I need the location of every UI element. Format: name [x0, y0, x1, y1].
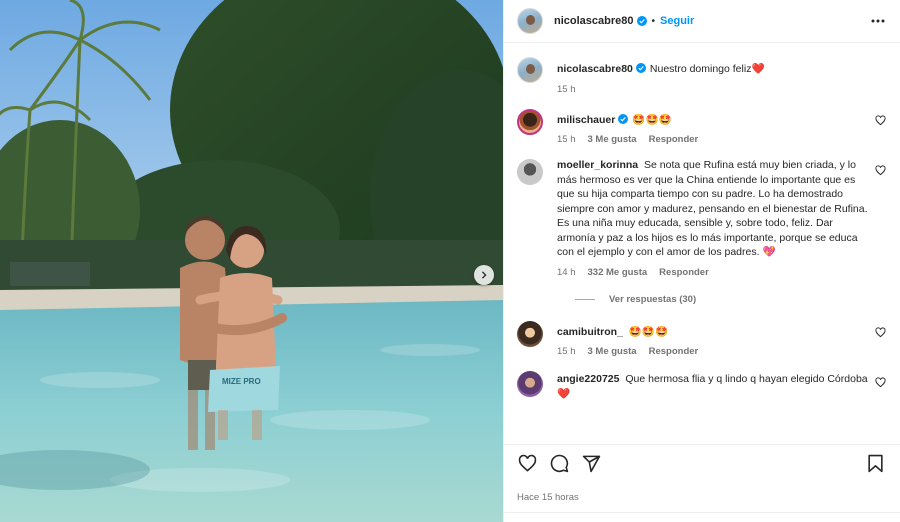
- svg-text:MIZE PRO: MIZE PRO: [222, 377, 261, 386]
- post-actions-bar: [504, 444, 900, 482]
- heart-icon[interactable]: [875, 326, 886, 338]
- post-header: nicolascabre80 • Seguir: [504, 0, 900, 43]
- heart-icon[interactable]: [875, 377, 886, 388]
- heart-icon: [518, 454, 536, 472]
- comment-username[interactable]: milischauer: [557, 114, 615, 126]
- comment-button[interactable]: [548, 453, 570, 475]
- bookmark-icon: [867, 454, 883, 473]
- verified-badge-icon: [635, 63, 646, 73]
- post-timestamp: Hace 15 horas: [504, 482, 900, 512]
- comment-text: 🤩🤩🤩: [632, 113, 672, 126]
- caption-time: 15 h: [557, 83, 576, 95]
- caption-emoji: ❤️: [751, 63, 765, 75]
- like-button[interactable]: [516, 453, 538, 475]
- post-time-label: Hace 15 horas: [517, 491, 579, 503]
- comment-time: 15 h: [557, 346, 576, 357]
- caption-username[interactable]: nicolascabre80: [557, 63, 633, 75]
- heart-icon[interactable]: [875, 165, 886, 176]
- comment-username[interactable]: moeller_korinna: [557, 159, 638, 171]
- add-comment-area[interactable]: [504, 512, 900, 522]
- replies-divider: [575, 298, 595, 300]
- author-avatar[interactable]: [517, 8, 543, 34]
- reply-button[interactable]: Responder: [649, 346, 699, 357]
- post-side-panel: nicolascabre80 • Seguir nicolascabre80 N…: [503, 0, 900, 522]
- comment-username[interactable]: camibuitron_: [557, 326, 623, 338]
- verified-badge-icon: [636, 16, 647, 26]
- pool-photo-illustration: MIZE PRO: [0, 0, 503, 522]
- reply-button[interactable]: Responder: [649, 134, 699, 145]
- comment-text: Se nota que Rufina está muy bien criada,…: [557, 159, 868, 258]
- comment-row: angie220725 Que hermosa flia y q lindo q…: [517, 371, 886, 401]
- comment-likes[interactable]: 3 Me gusta: [588, 134, 637, 145]
- comment-row: milischauer 🤩🤩🤩 15 h 3 Me gusta Responder: [517, 108, 886, 145]
- comments-list[interactable]: nicolascabre80 Nuestro domingo feliz❤️ 15…: [504, 43, 900, 444]
- view-replies-label: Ver respuestas (30): [609, 293, 697, 305]
- author-username[interactable]: nicolascabre80: [554, 15, 634, 27]
- comment-likes[interactable]: 3 Me gusta: [588, 346, 637, 357]
- verified-badge-icon: [618, 113, 629, 124]
- save-button[interactable]: [864, 453, 886, 475]
- comment-time: 14 h: [557, 266, 576, 278]
- caption-avatar[interactable]: [517, 57, 543, 83]
- caption-row: nicolascabre80 Nuestro domingo feliz❤️ 15…: [517, 57, 886, 95]
- more-options-icon: [871, 19, 885, 23]
- comment-row: moeller_korinna Se nota que Rufina está …: [517, 159, 886, 278]
- post-photo[interactable]: MIZE PRO: [0, 0, 503, 522]
- share-button[interactable]: [580, 453, 602, 475]
- commenter-avatar[interactable]: [517, 320, 543, 347]
- follow-button[interactable]: Seguir: [660, 15, 694, 27]
- caption-text: Nuestro domingo feliz: [649, 63, 752, 75]
- reply-button[interactable]: Responder: [659, 267, 709, 278]
- comment-time: 15 h: [557, 134, 576, 145]
- chevron-right-icon: [481, 271, 487, 279]
- share-icon: [582, 455, 600, 473]
- header-separator: •: [651, 15, 656, 27]
- comment-row: camibuitron_ 🤩🤩🤩 15 h 3 Me gusta Respond…: [517, 320, 886, 357]
- comment-text: 🤩🤩🤩: [628, 325, 669, 338]
- comment-icon: [550, 454, 568, 473]
- commenter-avatar[interactable]: [517, 159, 543, 185]
- comment-likes[interactable]: 332 Me gusta: [588, 267, 648, 278]
- commenter-avatar[interactable]: [517, 108, 543, 135]
- comment-username[interactable]: angie220725: [557, 373, 619, 385]
- view-replies-button[interactable]: Ver respuestas (30): [575, 294, 886, 305]
- heart-icon[interactable]: [875, 114, 886, 126]
- next-photo-button[interactable]: [474, 265, 494, 285]
- commenter-avatar[interactable]: [517, 371, 543, 397]
- more-options-button[interactable]: [870, 13, 886, 29]
- instagram-post-view: MIZE PRO nicolascabre80 • Seguir nicolas…: [0, 0, 900, 522]
